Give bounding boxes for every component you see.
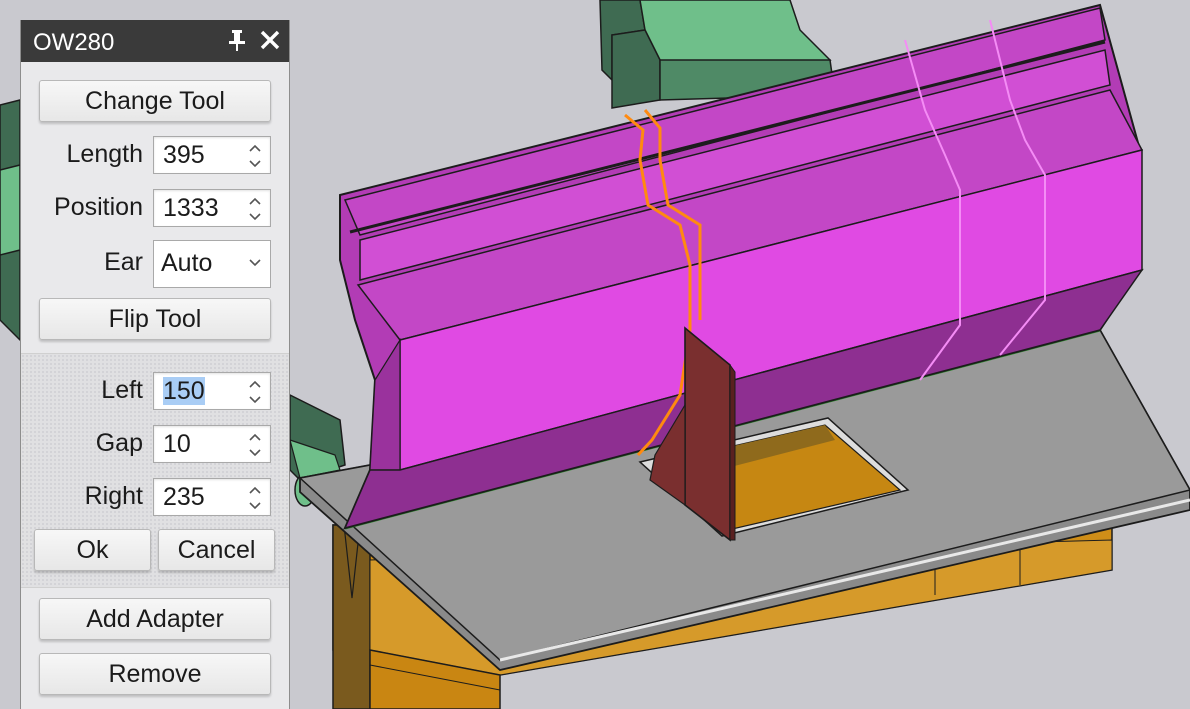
add-adapter-button[interactable]: Add Adapter bbox=[39, 598, 271, 640]
length-label: Length bbox=[66, 140, 143, 168]
gap-input[interactable] bbox=[154, 426, 242, 462]
pin-icon[interactable] bbox=[226, 28, 248, 52]
ear-select[interactable]: Auto bbox=[153, 240, 271, 288]
change-tool-button[interactable]: Change Tool bbox=[39, 80, 271, 122]
gap-label: Gap bbox=[95, 429, 143, 457]
spin-arrows-icon[interactable] bbox=[248, 484, 262, 512]
left-label: Left bbox=[101, 376, 143, 404]
title-bar[interactable]: OW280 bbox=[21, 20, 289, 62]
cancel-button[interactable]: Cancel bbox=[158, 529, 275, 571]
spin-arrows-icon[interactable] bbox=[248, 378, 262, 406]
gap-spinbox[interactable] bbox=[153, 425, 271, 463]
spin-arrows-icon[interactable] bbox=[248, 195, 262, 223]
flip-tool-button[interactable]: Flip Tool bbox=[39, 298, 271, 340]
remove-button[interactable]: Remove bbox=[39, 653, 271, 695]
position-label: Position bbox=[54, 193, 143, 221]
position-input[interactable] bbox=[154, 190, 242, 226]
left-input[interactable]: 150 bbox=[163, 377, 205, 405]
spin-arrows-icon[interactable] bbox=[248, 431, 262, 459]
right-spinbox[interactable] bbox=[153, 478, 271, 516]
ear-label: Ear bbox=[104, 248, 143, 276]
dialog-title: OW280 bbox=[33, 29, 115, 56]
tool-dialog: OW280 Change Tool Length Position Ear Au… bbox=[20, 20, 290, 709]
ear-select-value: Auto bbox=[161, 249, 213, 277]
length-spinbox[interactable] bbox=[153, 136, 271, 174]
split-section: Left 150 Gap Right Ok Cancel bbox=[21, 353, 289, 588]
chevron-down-icon[interactable] bbox=[248, 257, 262, 269]
left-spinbox[interactable]: 150 bbox=[153, 372, 271, 410]
ok-button[interactable]: Ok bbox=[34, 529, 151, 571]
right-input[interactable] bbox=[154, 479, 242, 515]
right-label: Right bbox=[84, 482, 143, 510]
length-input[interactable] bbox=[154, 137, 242, 173]
close-icon[interactable] bbox=[257, 27, 283, 53]
position-spinbox[interactable] bbox=[153, 189, 271, 227]
spin-arrows-icon[interactable] bbox=[248, 142, 262, 170]
